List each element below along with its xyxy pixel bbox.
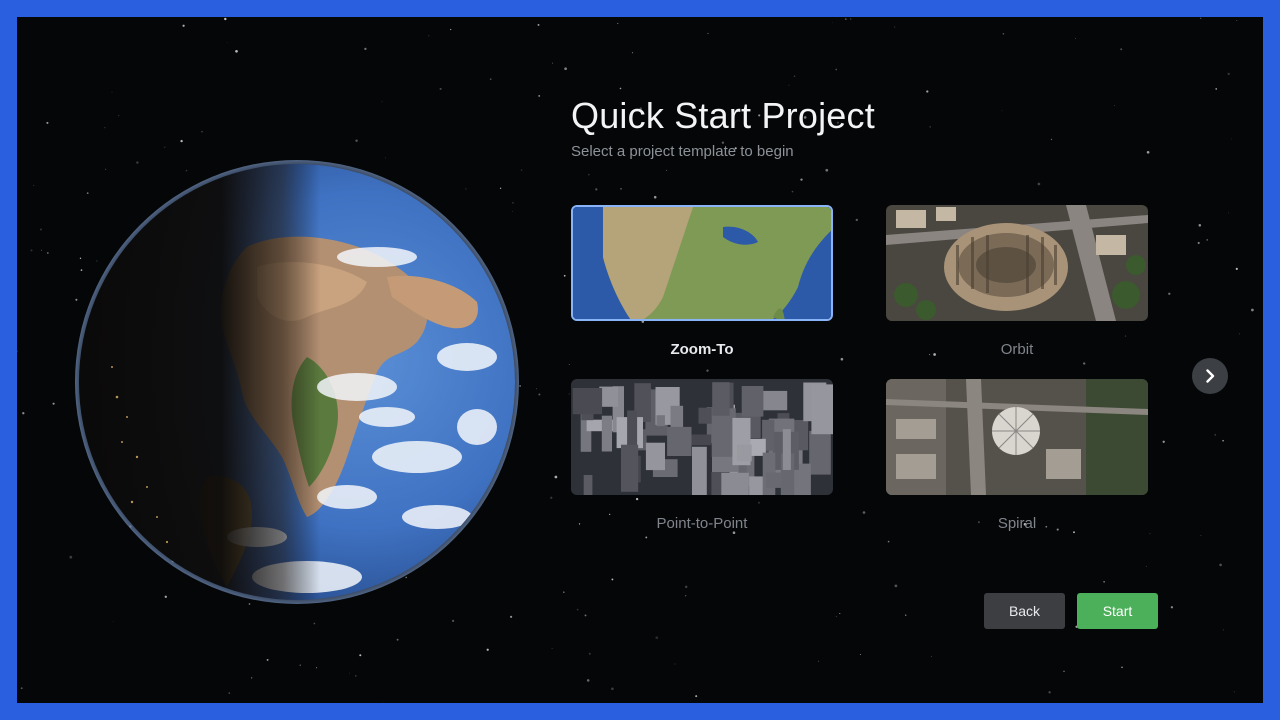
template-card-orbit[interactable]: Orbit	[886, 205, 1148, 358]
start-button[interactable]: Start	[1077, 593, 1158, 629]
spiral-thumbnail	[886, 379, 1148, 495]
template-label: Point-to-Point	[656, 515, 748, 532]
app-window: Quick Start Project Select a project tem…	[17, 17, 1263, 703]
chevron-right-icon	[1206, 369, 1215, 383]
earth-globe	[57, 157, 527, 627]
page-subtitle: Select a project template to begin	[571, 143, 794, 160]
orbit-thumbnail	[886, 205, 1148, 321]
template-label: Orbit	[1000, 341, 1034, 358]
template-label: Spiral	[997, 515, 1037, 532]
page-title: Quick Start Project	[571, 95, 875, 136]
template-card-zoom-to[interactable]: Zoom-To	[571, 205, 833, 358]
template-card-spiral[interactable]: Spiral	[886, 379, 1148, 532]
next-page-button[interactable]	[1192, 358, 1228, 394]
point-to-point-thumbnail	[571, 379, 833, 495]
template-card-point-to-point[interactable]: Point-to-Point	[571, 379, 833, 532]
zoom-to-thumbnail	[571, 205, 833, 321]
back-button[interactable]: Back	[984, 593, 1065, 629]
template-label: Zoom-To	[670, 341, 734, 358]
